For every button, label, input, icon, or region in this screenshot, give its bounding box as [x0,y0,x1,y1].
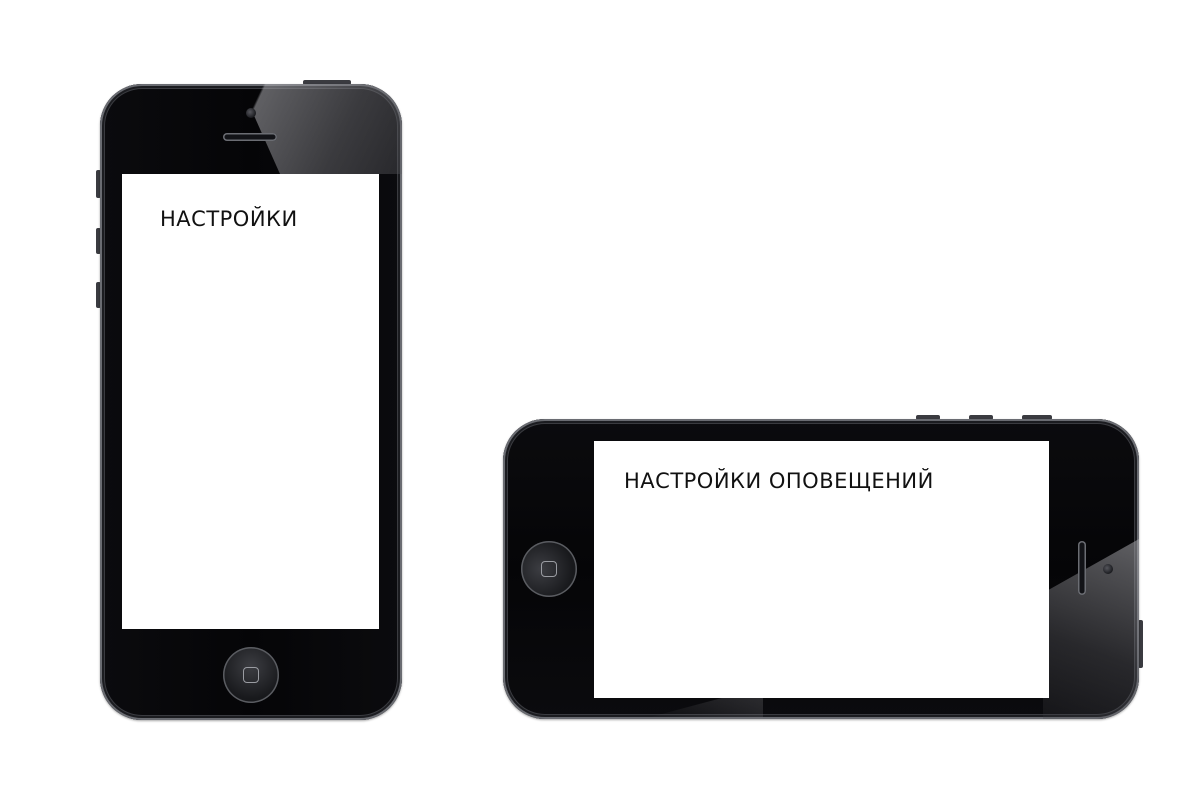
portrait-phone: НАСТРОЙКИ [100,84,402,720]
mockup-canvas: НАСТРОЙКИ НАСТРОЙКИ ОПОВЕЩЕНИЙ [0,0,1200,800]
home-button-icon [541,561,557,577]
camera-icon [246,108,256,118]
home-button[interactable] [521,541,577,597]
screen-title: НАСТРОЙКИ ОПОВЕЩЕНИЙ [624,469,934,493]
portrait-screen: НАСТРОЙКИ [122,174,379,629]
landscape-screen: НАСТРОЙКИ ОПОВЕЩЕНИЙ [594,441,1049,698]
screen-title: НАСТРОЙКИ [160,207,298,231]
home-button[interactable] [223,647,279,703]
home-button-icon [243,667,259,683]
speaker-icon [223,133,277,141]
landscape-phone: НАСТРОЙКИ ОПОВЕЩЕНИЙ [503,419,1139,719]
speaker-icon [1078,541,1086,595]
glass-reflection [1043,539,1139,719]
camera-icon [1103,564,1113,574]
glass-reflection [240,84,402,174]
